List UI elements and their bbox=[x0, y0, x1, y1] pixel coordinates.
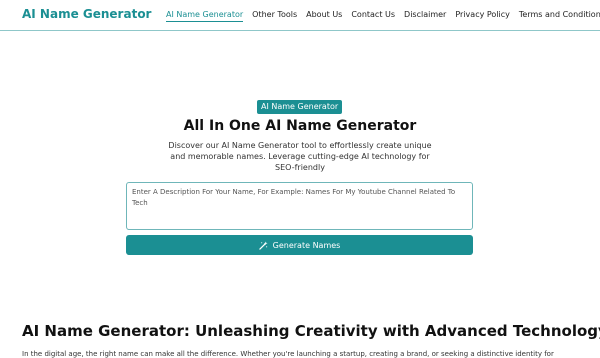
nav-contact-us[interactable]: Contact Us bbox=[351, 10, 395, 22]
hero-description: Discover our AI Name Generator tool to e… bbox=[168, 141, 432, 172]
generate-names-button[interactable]: Generate Names bbox=[126, 235, 473, 255]
magic-wand-icon bbox=[258, 240, 268, 250]
nav-about-us[interactable]: About Us bbox=[306, 10, 342, 22]
description-input[interactable] bbox=[126, 182, 473, 230]
nav-other-tools[interactable]: Other Tools bbox=[252, 10, 297, 22]
main-nav: AI Name Generator Other Tools About Us C… bbox=[166, 10, 600, 22]
article-intro: In the digital age, the right name can m… bbox=[22, 350, 554, 358]
nav-privacy-policy[interactable]: Privacy Policy bbox=[455, 10, 510, 22]
page-title: All In One AI Name Generator bbox=[183, 118, 417, 134]
hero-badge: AI Name Generator bbox=[257, 100, 343, 114]
nav-ai-name-generator[interactable]: AI Name Generator bbox=[166, 10, 244, 22]
site-header: AI Name Generator AI Name Generator Othe… bbox=[0, 0, 600, 31]
article-heading: AI Name Generator: Unleashing Creativity… bbox=[22, 322, 600, 340]
nav-disclaimer[interactable]: Disclaimer bbox=[404, 10, 446, 22]
generate-button-label: Generate Names bbox=[272, 240, 341, 250]
nav-terms-and-conditions[interactable]: Terms and Conditions bbox=[519, 10, 600, 22]
site-logo[interactable]: AI Name Generator bbox=[22, 7, 151, 21]
